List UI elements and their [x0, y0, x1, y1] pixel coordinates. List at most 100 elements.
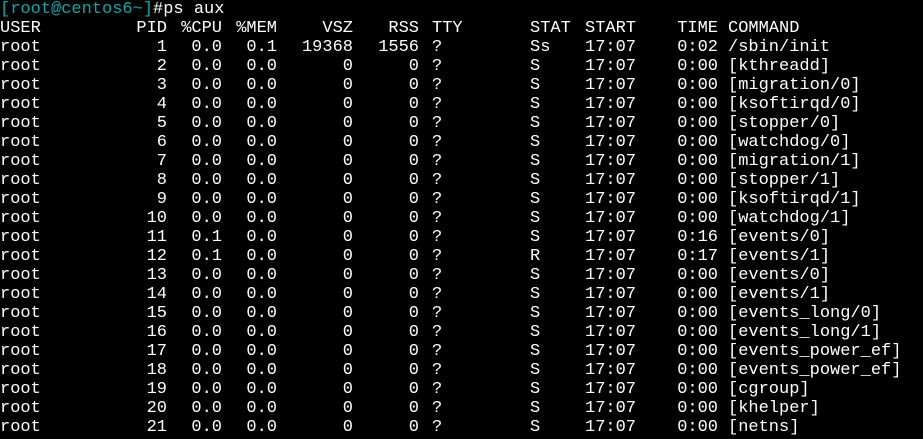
header-time: TIME: [677, 19, 718, 38]
cell-pid: 19: [146, 380, 167, 399]
cell-mem: 0.0: [246, 76, 277, 95]
cell-stat: S: [530, 95, 541, 114]
cell-tty: ?: [432, 380, 443, 399]
process-row: root 5 0.0 0.0 0 0? S 17:07 0:00 [stopper/0]: [0, 114, 923, 133]
cell-time: 0:17: [677, 247, 718, 266]
cell-mem: 0.1: [246, 38, 277, 57]
cell-pid: 12: [146, 247, 167, 266]
cell-cpu: 0.0: [191, 95, 222, 114]
cell-vsz: 0: [342, 380, 353, 399]
cell-cpu: 0.0: [191, 323, 222, 342]
process-row: root 10 0.0 0.0 0 0? S 17:07 0:00 [watchdog/1]: [0, 209, 923, 228]
cell-tty: ?: [432, 57, 443, 76]
cell-start: 17:07: [585, 76, 637, 95]
cell-user: root: [0, 361, 41, 380]
cell-pid: 6: [156, 133, 167, 152]
cell-start: 17:07: [585, 38, 637, 57]
cell-start: 17:07: [585, 190, 637, 209]
cell-command: [watchdog/0]: [728, 133, 851, 152]
cell-mem: 0.0: [246, 399, 277, 418]
cell-stat: S: [530, 152, 541, 171]
cell-pid: 5: [156, 114, 167, 133]
cell-tty: ?: [432, 95, 443, 114]
cell-user: root: [0, 304, 41, 323]
cell-stat: S: [530, 171, 541, 190]
terminal-window[interactable]: [root@centos6~]#ps aux USER PID %CPU %ME…: [0, 0, 923, 439]
cell-user: root: [0, 266, 41, 285]
cell-stat: S: [530, 323, 541, 342]
cell-start: 17:07: [585, 361, 637, 380]
header-vsz: VSZ: [322, 19, 353, 38]
cell-stat: S: [530, 304, 541, 323]
cell-mem: 0.0: [246, 114, 277, 133]
process-row: root 21 0.0 0.0 0 0? S 17:07 0:00 [netns]: [0, 418, 923, 437]
prompt-line: [root@centos6~]#ps aux: [0, 0, 923, 19]
process-row: root 1 0.0 0.1 19368 1556? Ss 17:07 0:02/sbin/in…: [0, 38, 923, 57]
prompt-user-host: [root@centos6~]: [0, 0, 154, 19]
process-row: root 12 0.1 0.0 0 0? R 17:07 0:17 [events/1]: [0, 247, 923, 266]
cell-cpu: 0.0: [191, 171, 222, 190]
cell-cpu: 0.0: [191, 133, 222, 152]
cell-tty: ?: [432, 304, 443, 323]
cell-time: 0:00: [677, 399, 718, 418]
cell-rss: 0: [408, 285, 419, 304]
process-row: root 3 0.0 0.0 0 0? S 17:07 0:00 [migration/0]: [0, 76, 923, 95]
cell-vsz: 19368: [301, 38, 353, 57]
cell-stat: S: [530, 114, 541, 133]
cell-tty: ?: [432, 285, 443, 304]
cell-mem: 0.0: [246, 418, 277, 437]
cell-stat: S: [530, 76, 541, 95]
cell-start: 17:07: [585, 342, 637, 361]
cell-pid: 18: [146, 361, 167, 380]
cell-command: [events_long/0]: [728, 304, 882, 323]
cell-vsz: 0: [342, 228, 353, 247]
cell-user: root: [0, 209, 41, 228]
process-table: root 1 0.0 0.1 19368 1556? Ss 17:07 0:02/sbin/in…: [0, 38, 923, 437]
cell-rss: 0: [408, 247, 419, 266]
cell-cpu: 0.0: [191, 209, 222, 228]
cell-stat: S: [530, 361, 541, 380]
cell-user: root: [0, 38, 41, 57]
cell-stat: Ss: [530, 38, 551, 57]
cell-time: 0:00: [677, 418, 718, 437]
cell-tty: ?: [432, 323, 443, 342]
cell-rss: 0: [408, 152, 419, 171]
cell-command: [ksoftirqd/0]: [728, 95, 861, 114]
cell-pid: 2: [156, 57, 167, 76]
cell-stat: S: [530, 190, 541, 209]
cell-time: 0:00: [677, 57, 718, 76]
cell-vsz: 0: [342, 190, 353, 209]
cell-tty: ?: [432, 133, 443, 152]
cell-user: root: [0, 228, 41, 247]
cell-cpu: 0.0: [191, 380, 222, 399]
cell-user: root: [0, 57, 41, 76]
cell-stat: S: [530, 380, 541, 399]
cell-rss: 0: [408, 380, 419, 399]
cell-time: 0:00: [677, 342, 718, 361]
cell-vsz: 0: [342, 247, 353, 266]
cell-pid: 20: [146, 399, 167, 418]
cell-rss: 1556: [378, 38, 419, 57]
process-row: root 20 0.0 0.0 0 0? S 17:07 0:00 [khelper]: [0, 399, 923, 418]
cell-mem: 0.0: [246, 380, 277, 399]
cell-pid: 21: [146, 418, 167, 437]
cell-time: 0:00: [677, 285, 718, 304]
cell-start: 17:07: [585, 228, 637, 247]
cell-tty: ?: [432, 361, 443, 380]
cell-user: root: [0, 380, 41, 399]
cell-rss: 0: [408, 399, 419, 418]
cell-rss: 0: [408, 266, 419, 285]
cell-cpu: 0.0: [191, 190, 222, 209]
cell-rss: 0: [408, 190, 419, 209]
cell-tty: ?: [432, 399, 443, 418]
cell-cpu: 0.0: [191, 38, 222, 57]
cell-time: 0:00: [677, 190, 718, 209]
cell-command: [stopper/1]: [728, 171, 841, 190]
cell-command: [netns]: [728, 418, 800, 437]
process-row: root 11 0.1 0.0 0 0? S 17:07 0:16 [events/0]: [0, 228, 923, 247]
cell-mem: 0.0: [246, 323, 277, 342]
cell-command: [migration/1]: [728, 152, 861, 171]
cell-pid: 9: [156, 190, 167, 209]
cell-rss: 0: [408, 418, 419, 437]
cell-command: [events_long/1]: [728, 323, 882, 342]
